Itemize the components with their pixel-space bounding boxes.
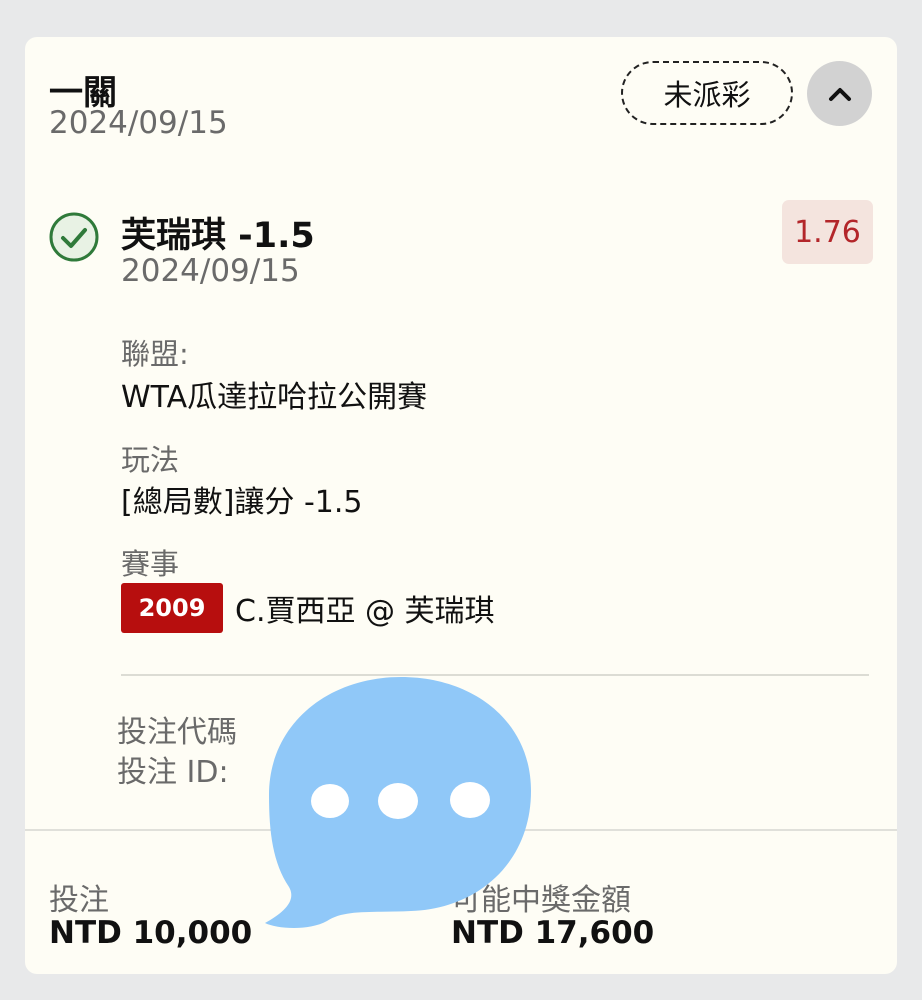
chevron-up-icon bbox=[828, 87, 851, 101]
event-label: 賽事 bbox=[121, 547, 180, 581]
bet-id-label: 投注 ID: bbox=[117, 755, 229, 790]
check-circle-icon bbox=[49, 212, 99, 262]
play-label: 玩法 bbox=[121, 443, 180, 477]
bet-code-label: 投注代碼 bbox=[117, 715, 237, 750]
league-label: 聯盟: bbox=[121, 337, 189, 371]
event-name: C.賈西亞 @ 芙瑞琪 bbox=[235, 594, 495, 629]
stake-label: 投注 bbox=[49, 883, 109, 918]
event-row: 2009 C.賈西亞 @ 芙瑞琪 bbox=[121, 582, 495, 634]
bet-slip-card: 一關 2024/09/15 未派彩 芙瑞琪 -1.5 2024/09/15 1.… bbox=[25, 37, 897, 974]
league-value: WTA瓜達拉哈拉公開賽 bbox=[121, 380, 428, 415]
chat-bubble-ellipsis-icon bbox=[265, 677, 531, 928]
selection-title: 芙瑞琪 -1.5 bbox=[121, 216, 315, 256]
event-code-badge: 2009 bbox=[121, 583, 223, 633]
odds-badge: 1.76 bbox=[782, 200, 873, 264]
bet-date: 2024/09/15 bbox=[49, 105, 228, 141]
selection-date: 2024/09/15 bbox=[121, 253, 300, 289]
status-badge: 未派彩 bbox=[621, 61, 793, 125]
stake-value: NTD 10,000 bbox=[49, 915, 253, 951]
collapse-button[interactable] bbox=[807, 61, 872, 126]
play-value: [總局數]讓分 -1.5 bbox=[121, 485, 363, 520]
